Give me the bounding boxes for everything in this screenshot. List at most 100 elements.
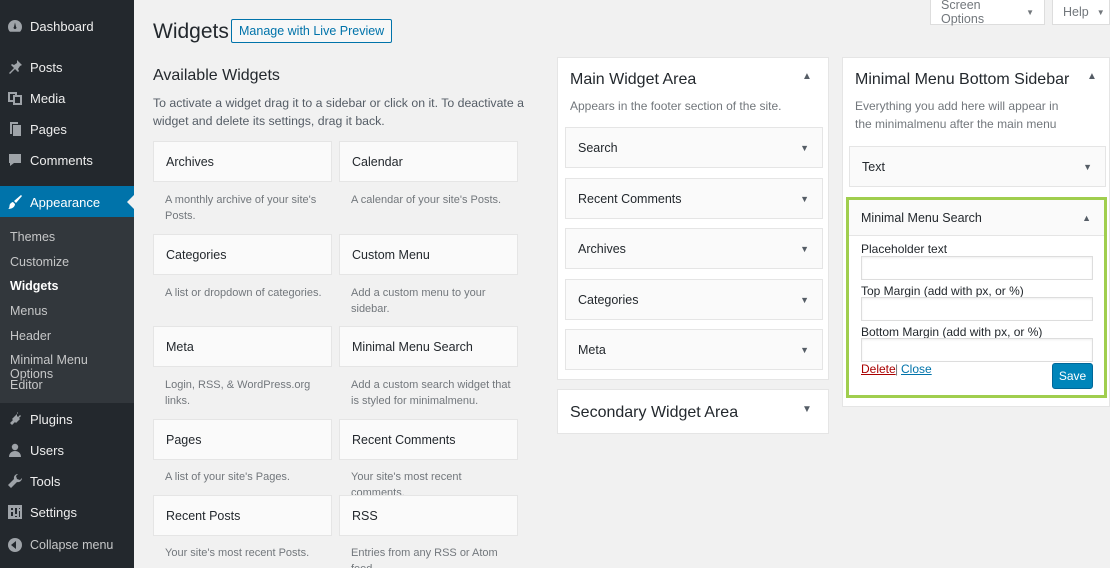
sidebar-widget-meta[interactable]: Meta ▼ bbox=[565, 329, 823, 370]
bottom-margin-input[interactable] bbox=[861, 338, 1093, 362]
bottom-margin-label: Bottom Margin (add with px, or %) bbox=[861, 325, 1043, 339]
media-icon bbox=[0, 90, 30, 106]
submenu-item-widgets[interactable]: Widgets bbox=[10, 279, 59, 293]
sliders-icon bbox=[0, 504, 30, 520]
live-preview-button[interactable]: Manage with Live Preview bbox=[231, 19, 393, 43]
sidebar-item-appearance[interactable]: Appearance bbox=[0, 186, 134, 218]
widget-meta[interactable]: Meta bbox=[153, 326, 332, 367]
sidebar-item-posts[interactable]: Posts bbox=[0, 53, 134, 81]
expand-arrow-icon[interactable]: ▼ bbox=[1083, 162, 1092, 172]
widget-description: Add a custom search widget that is style… bbox=[351, 379, 511, 407]
widget-custom-menu[interactable]: Custom Menu bbox=[339, 234, 518, 275]
sidebar-item-pages[interactable]: Pages bbox=[0, 115, 134, 143]
sidebar-item-label: Tools bbox=[30, 473, 61, 489]
placeholder-label: Placeholder text bbox=[861, 242, 948, 256]
widget-archives[interactable]: Archives bbox=[153, 141, 332, 182]
widget-title: Text bbox=[862, 159, 885, 174]
submenu-item-header[interactable]: Header bbox=[10, 329, 51, 343]
submenu-item-themes[interactable]: Themes bbox=[10, 230, 55, 244]
widget-categories[interactable]: Categories bbox=[153, 234, 332, 275]
sidebar-widget-archives[interactable]: Archives ▼ bbox=[565, 228, 823, 269]
sidebar-item-users[interactable]: Users bbox=[0, 436, 134, 464]
collapse-arrow-icon[interactable]: ▲ bbox=[1082, 213, 1091, 223]
top-margin-label: Top Margin (add with px, or %) bbox=[861, 284, 1024, 298]
sidebar-item-plugins[interactable]: Plugins bbox=[0, 405, 134, 433]
sidebar-item-settings[interactable]: Settings bbox=[0, 498, 134, 526]
widget-title: Categories bbox=[578, 292, 639, 307]
submenu-item-customize[interactable]: Customize bbox=[10, 255, 69, 269]
widget-recent-comments[interactable]: Recent Comments bbox=[339, 419, 518, 460]
sidebar-item-label: Dashboard bbox=[30, 18, 94, 34]
secondary-widget-area[interactable]: Secondary Widget Area ▼ bbox=[557, 389, 829, 434]
widget-description: Add a custom menu to your sidebar. bbox=[351, 287, 486, 315]
sidebar-widget-text[interactable]: Text ▼ bbox=[849, 146, 1106, 187]
main-widget-area-title: Main Widget Area bbox=[570, 71, 697, 88]
submenu-item-minimal-menu-options[interactable]: Minimal Menu Options bbox=[10, 353, 134, 381]
widget-title: Meta bbox=[578, 342, 606, 357]
help-label: Help bbox=[1063, 5, 1089, 19]
active-indicator bbox=[127, 195, 134, 209]
available-widgets-description: To activate a widget drag it to a sideba… bbox=[153, 96, 524, 128]
main-widget-area: Main Widget Area ▲ Appears in the footer… bbox=[557, 57, 829, 380]
sidebar-item-label: Users bbox=[30, 442, 64, 458]
bottom-sidebar-description: Everything you add here will appear in t… bbox=[855, 99, 1059, 131]
pages-icon bbox=[0, 121, 30, 137]
widget-minimal-menu-search[interactable]: Minimal Menu Search bbox=[339, 326, 518, 367]
dashboard-icon bbox=[0, 18, 30, 34]
sidebar-item-tools[interactable]: Tools bbox=[0, 467, 134, 495]
widget-description: Your site's most recent Posts. bbox=[165, 547, 310, 559]
sidebar-item-label: Pages bbox=[30, 121, 67, 137]
sidebar-item-label: Media bbox=[30, 90, 66, 106]
help-button[interactable]: Help ▼ bbox=[1052, 0, 1110, 25]
collapse-arrow-icon[interactable]: ▲ bbox=[802, 71, 812, 82]
expand-arrow-icon[interactable]: ▼ bbox=[800, 345, 809, 355]
main-widget-area-description: Appears in the footer section of the sit… bbox=[570, 99, 782, 113]
brush-icon bbox=[0, 194, 30, 210]
top-margin-input[interactable] bbox=[861, 297, 1093, 321]
sidebar-item-label: Comments bbox=[30, 152, 93, 168]
sidebar-item-label: Posts bbox=[30, 59, 63, 75]
screen-options-label: Screen Options bbox=[941, 0, 985, 26]
collapse-menu-button[interactable]: Collapse menu bbox=[0, 531, 134, 559]
page-title: Widgets bbox=[153, 20, 229, 43]
sidebar-item-media[interactable]: Media bbox=[0, 84, 134, 112]
widget-recent-posts[interactable]: Recent Posts bbox=[153, 495, 332, 536]
comment-icon bbox=[0, 152, 30, 168]
plug-icon bbox=[0, 411, 30, 427]
expand-arrow-icon[interactable]: ▼ bbox=[800, 244, 809, 254]
sidebar-item-comments[interactable]: Comments bbox=[0, 146, 134, 174]
widget-rss[interactable]: RSS bbox=[339, 495, 518, 536]
delete-link[interactable]: Delete bbox=[861, 362, 896, 376]
expand-arrow-icon[interactable]: ▼ bbox=[800, 143, 809, 153]
collapse-arrow-icon[interactable]: ▲ bbox=[1087, 71, 1097, 82]
link-separator: | bbox=[895, 362, 899, 376]
pin-icon bbox=[0, 59, 30, 75]
submenu-item-menus[interactable]: Menus bbox=[10, 304, 48, 318]
placeholder-input[interactable] bbox=[861, 256, 1093, 280]
submenu-item-editor[interactable]: Editor bbox=[10, 378, 43, 392]
sidebar-widget-search[interactable]: Search ▼ bbox=[565, 127, 823, 168]
expand-arrow-icon[interactable]: ▼ bbox=[802, 404, 812, 415]
widget-description: A list or dropdown of categories. bbox=[165, 287, 322, 299]
widget-calendar[interactable]: Calendar bbox=[339, 141, 518, 182]
admin-sidebar: Dashboard Posts Media Pages Comments App… bbox=[0, 0, 134, 568]
widget-description: A calendar of your site's Posts. bbox=[351, 194, 502, 206]
sidebar-widget-recent-comments[interactable]: Recent Comments ▼ bbox=[565, 178, 823, 219]
sidebar-widget-categories[interactable]: Categories ▼ bbox=[565, 279, 823, 320]
close-link[interactable]: Close bbox=[901, 362, 932, 376]
wrench-icon bbox=[0, 473, 30, 489]
widget-description: Entries from any RSS or Atom feed. bbox=[351, 547, 498, 568]
screen-options-button[interactable]: Screen Options ▼ bbox=[930, 0, 1045, 26]
sidebar-item-label: Plugins bbox=[30, 411, 73, 427]
caret-down-icon: ▼ bbox=[1096, 7, 1105, 17]
widget-pages[interactable]: Pages bbox=[153, 419, 332, 460]
sidebar-item-dashboard[interactable]: Dashboard bbox=[0, 12, 134, 40]
widget-description: A list of your site's Pages. bbox=[165, 471, 290, 483]
save-button[interactable]: Save bbox=[1052, 363, 1093, 389]
caret-down-icon: ▼ bbox=[1026, 7, 1034, 17]
secondary-widget-area-title: Secondary Widget Area bbox=[570, 404, 739, 421]
minimal-menu-search-header[interactable]: Minimal Menu Search ▲ bbox=[849, 200, 1104, 236]
collapse-icon bbox=[0, 538, 30, 552]
expand-arrow-icon[interactable]: ▼ bbox=[800, 295, 809, 305]
expand-arrow-icon[interactable]: ▼ bbox=[800, 194, 809, 204]
